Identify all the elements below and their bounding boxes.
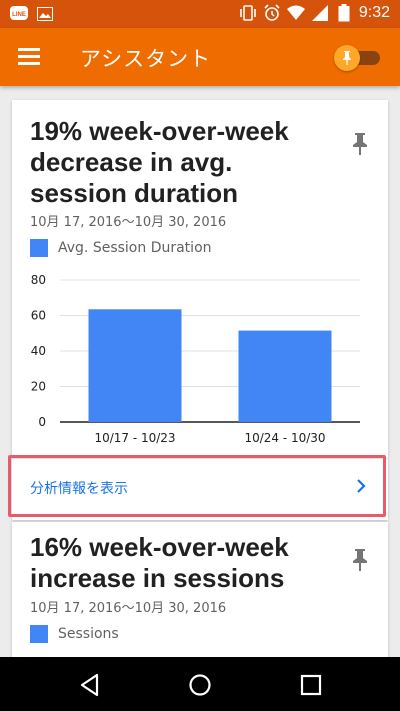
battery-icon (335, 4, 353, 22)
menu-icon[interactable] (18, 45, 44, 69)
chart-legend: Sessions (30, 625, 119, 643)
y-tick-label: 80 (31, 273, 46, 287)
card-title: 16% week-over-week increase in sessions (30, 532, 289, 593)
bar-chart: 0 20 40 60 80 10/17 - 10/23 10/24 - 10/30 (31, 273, 360, 445)
y-tick-label: 40 (31, 344, 46, 358)
navigation-bar (0, 657, 400, 711)
legend-label: Sessions (58, 626, 119, 642)
card-title: 19% week-over-week decrease in avg. sess… (30, 116, 289, 208)
bar (88, 309, 182, 422)
app-bar: アシスタント (0, 28, 400, 86)
x-tick-label: 10/17 - 10/23 (94, 431, 175, 445)
recents-icon[interactable] (298, 672, 324, 698)
legend-swatch (30, 239, 48, 257)
pin-icon[interactable] (350, 132, 370, 156)
pin-toggle-icon (334, 45, 360, 71)
pin-toggle[interactable] (334, 45, 380, 71)
signal-icon (311, 4, 329, 22)
app-title: アシスタント (80, 47, 212, 71)
highlight-box (8, 455, 386, 517)
vibrate-icon (239, 4, 257, 22)
status-time: 9:32 (358, 4, 390, 21)
x-tick-label: 10/24 - 10/30 (244, 431, 325, 445)
legend-label: Avg. Session Duration (58, 240, 212, 256)
legend-swatch (30, 625, 48, 643)
wifi-icon (286, 4, 305, 22)
svg-text:LINE: LINE (12, 12, 26, 18)
y-tick-label: 60 (31, 309, 46, 323)
y-tick-label: 20 (31, 380, 46, 394)
card-date-range: 10月 17, 2016〜10月 30, 2016 (30, 601, 227, 616)
line-icon: LINE (10, 5, 28, 23)
back-icon[interactable] (77, 672, 103, 698)
bar (238, 330, 332, 422)
insight-card: 16% week-over-week increase in sessions … (12, 522, 388, 662)
home-icon[interactable] (187, 672, 213, 698)
y-tick-label: 0 (38, 415, 46, 429)
chart-legend: Avg. Session Duration (30, 239, 212, 257)
image-icon (36, 5, 54, 23)
alarm-icon (263, 4, 281, 22)
status-bar: LINE 9:32 (0, 0, 400, 28)
card-date-range: 10月 17, 2016〜10月 30, 2016 (30, 215, 227, 230)
pin-icon[interactable] (350, 548, 370, 572)
